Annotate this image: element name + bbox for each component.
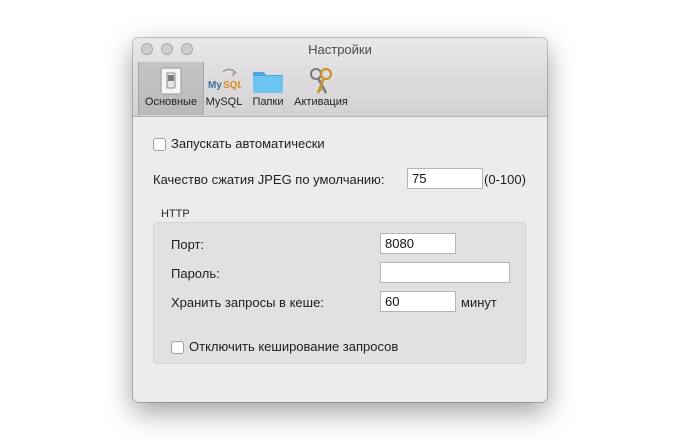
preferences-window: Настройки Основные My SQL MySQL Папки Ак…: [133, 38, 547, 402]
window-title: Настройки: [308, 42, 372, 57]
disable-cache-label: Отключить кеширование запросов: [189, 339, 399, 354]
mysql-icon: My SQL: [207, 66, 244, 99]
jpeg-quality-field[interactable]: 75: [407, 168, 483, 189]
tab-folders[interactable]: Папки: [247, 62, 289, 115]
tab-folders-label: Папки: [252, 96, 284, 108]
tab-mysql[interactable]: My SQL MySQL: [203, 62, 245, 115]
jpeg-quality-label: Качество сжатия JPEG по умолчанию:: [153, 172, 385, 187]
cache-duration-field[interactable]: 60: [380, 291, 456, 312]
general-switch-icon: [156, 66, 186, 99]
http-group-title: HTTP: [161, 208, 190, 220]
port-label: Порт:: [171, 237, 205, 252]
keys-icon: [306, 66, 336, 99]
jpeg-quality-range: (0-100): [484, 172, 526, 187]
tab-general[interactable]: Основные: [138, 62, 204, 115]
svg-text:My: My: [208, 80, 222, 91]
password-field[interactable]: [380, 262, 510, 283]
tab-general-label: Основные: [144, 96, 198, 108]
cache-label: Хранить запросы в кеше:: [171, 295, 324, 310]
tab-activation-label: Активация: [294, 96, 348, 108]
autostart-checkbox[interactable]: [153, 138, 166, 151]
port-field[interactable]: 8080: [380, 233, 456, 254]
title-bar: Настройки Основные My SQL MySQL Папки Ак…: [133, 38, 547, 117]
folder-icon: [251, 66, 285, 99]
disable-cache-checkbox[interactable]: [171, 341, 184, 354]
tab-mysql-label: MySQL: [205, 96, 243, 108]
autostart-label: Запускать автоматически: [171, 136, 325, 151]
tab-activation[interactable]: Активация: [289, 62, 353, 115]
svg-text:SQL: SQL: [223, 80, 241, 91]
cache-unit-label: минут: [461, 295, 497, 310]
password-label: Пароль:: [171, 266, 220, 281]
